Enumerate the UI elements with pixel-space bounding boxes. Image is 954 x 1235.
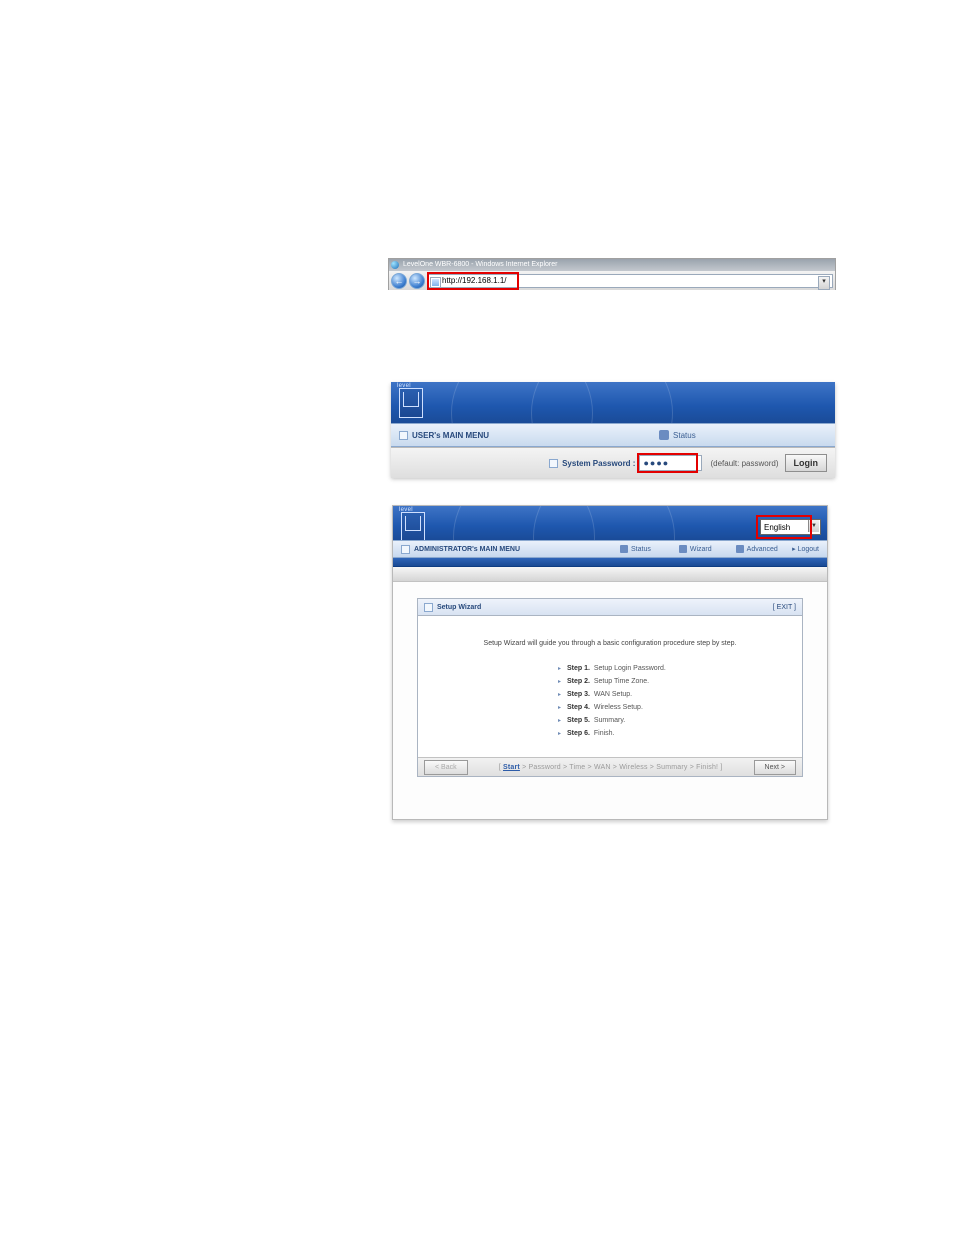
admin-panel: level English ADMINISTRATOR's MAIN MENU … <box>392 505 828 820</box>
ie-toolbar: ← → http://192.168.1.1/ ▾ <box>389 271 835 290</box>
highlight-box-password <box>637 453 698 473</box>
ie-globe-icon <box>391 261 399 269</box>
login-password-bar: System Password : ●●●● (default: passwor… <box>391 447 835 478</box>
step-text: Finish. <box>594 730 615 737</box>
wizard-next-button[interactable]: Next > <box>754 760 796 775</box>
bullet-icon <box>549 459 558 468</box>
chevron-right-icon: ▸ <box>558 679 561 685</box>
login-menubar: USER's MAIN MENU Status <box>391 423 835 447</box>
chevron-right-icon: ▸ <box>558 692 561 698</box>
advanced-icon <box>736 545 744 553</box>
admin-header: level English <box>393 506 827 540</box>
ie-titlebar: LevelOne WBR-6800 - Windows Internet Exp… <box>389 259 835 271</box>
list-item: ▸ Step 1. Setup Login Password. <box>558 665 782 672</box>
status-nav-item[interactable]: Status <box>659 430 696 440</box>
admin-blue-divider <box>393 558 827 567</box>
highlight-box-language <box>756 515 812 539</box>
login-header: level <box>391 382 835 423</box>
wizard-body: Setup Wizard will guide you through a ba… <box>418 616 802 757</box>
bullet-icon <box>401 545 410 554</box>
brand-logo-icon <box>399 388 423 418</box>
list-item: ▸ Step 6. Finish. <box>558 730 782 737</box>
step-text: WAN Setup. <box>594 691 632 698</box>
arrow-left-icon: ← <box>395 276 404 286</box>
step-label: Step 3. <box>567 691 590 698</box>
step-text: Wireless Setup. <box>594 704 643 711</box>
nav-wizard-label: Wizard <box>690 546 712 553</box>
login-button[interactable]: Login <box>785 454 828 472</box>
step-label: Step 1. <box>567 665 590 672</box>
wizard-panel-titlebar: Setup Wizard [ EXIT ] <box>418 599 802 616</box>
logout-link[interactable]: ▸ Logout <box>792 545 819 553</box>
wizard-panel: Setup Wizard [ EXIT ] Setup Wizard will … <box>417 598 803 777</box>
user-main-menu-label: USER's MAIN MENU <box>412 431 489 440</box>
list-item: ▸ Step 4. Wireless Setup. <box>558 704 782 711</box>
bullet-icon <box>424 603 433 612</box>
step-text: Setup Login Password. <box>594 665 666 672</box>
password-hint: (default: password) <box>710 459 778 468</box>
step-label: Step 4. <box>567 704 590 711</box>
step-text: Summary. <box>594 717 625 724</box>
chevron-right-icon: ▸ <box>558 705 561 711</box>
status-icon <box>659 430 669 440</box>
nav-status[interactable]: Status <box>620 545 651 553</box>
bc-rest: > Password > Time > WAN > Wireless > Sum… <box>520 764 723 771</box>
nav-advanced[interactable]: Advanced <box>736 545 778 553</box>
brand-logo-icon <box>401 512 425 540</box>
chevron-right-icon: ▸ <box>558 718 561 724</box>
ie-window: LevelOne WBR-6800 - Windows Internet Exp… <box>388 258 836 290</box>
wizard-steps-list: ▸ Step 1. Setup Login Password. ▸ Step 2… <box>558 665 782 737</box>
wizard-intro-text: Setup Wizard will guide you through a ba… <box>438 640 782 647</box>
bc-current: Start <box>503 764 520 771</box>
list-item: ▸ Step 2. Setup Time Zone. <box>558 678 782 685</box>
system-password-label: System Password : <box>562 459 635 468</box>
address-dropdown-button[interactable]: ▾ <box>818 276 830 290</box>
admin-gray-divider <box>393 567 827 582</box>
ie-title-text: LevelOne WBR-6800 - Windows Internet Exp… <box>403 261 557 268</box>
highlight-box-url <box>427 272 519 290</box>
nav-status-label: Status <box>631 546 651 553</box>
nav-forward-button[interactable]: → <box>409 273 425 289</box>
address-bar-wrap: http://192.168.1.1/ ▾ <box>427 274 833 288</box>
wizard-icon <box>679 545 687 553</box>
admin-menubar: ADMINISTRATOR's MAIN MENU Status Wizard … <box>393 540 827 558</box>
wizard-panel-title: Setup Wizard <box>437 604 481 611</box>
list-item: ▸ Step 5. Summary. <box>558 717 782 724</box>
nav-advanced-label: Advanced <box>747 546 778 553</box>
nav-back-button[interactable]: ← <box>391 273 407 289</box>
chevron-right-icon: ▸ <box>558 731 561 737</box>
login-panel: level USER's MAIN MENU Status System Pas… <box>391 382 835 477</box>
step-label: Step 2. <box>567 678 590 685</box>
step-label: Step 5. <box>567 717 590 724</box>
bullet-icon <box>399 431 408 440</box>
logout-label: Logout <box>798 546 819 553</box>
step-label: Step 6. <box>567 730 590 737</box>
wizard-back-button[interactable]: < Back <box>424 760 468 775</box>
wizard-exit-link[interactable]: [ EXIT ] <box>773 604 796 611</box>
wizard-breadcrumb: [ Start > Password > Time > WAN > Wirele… <box>499 764 723 771</box>
admin-main-menu-label: ADMINISTRATOR's MAIN MENU <box>414 546 520 553</box>
chevron-right-icon: ▸ <box>558 666 561 672</box>
status-icon <box>620 545 628 553</box>
list-item: ▸ Step 3. WAN Setup. <box>558 691 782 698</box>
nav-wizard[interactable]: Wizard <box>679 545 712 553</box>
wizard-footer: < Back [ Start > Password > Time > WAN >… <box>418 757 802 776</box>
arrow-right-icon: → <box>413 276 422 286</box>
step-text: Setup Time Zone. <box>594 678 649 685</box>
status-label: Status <box>673 431 696 440</box>
